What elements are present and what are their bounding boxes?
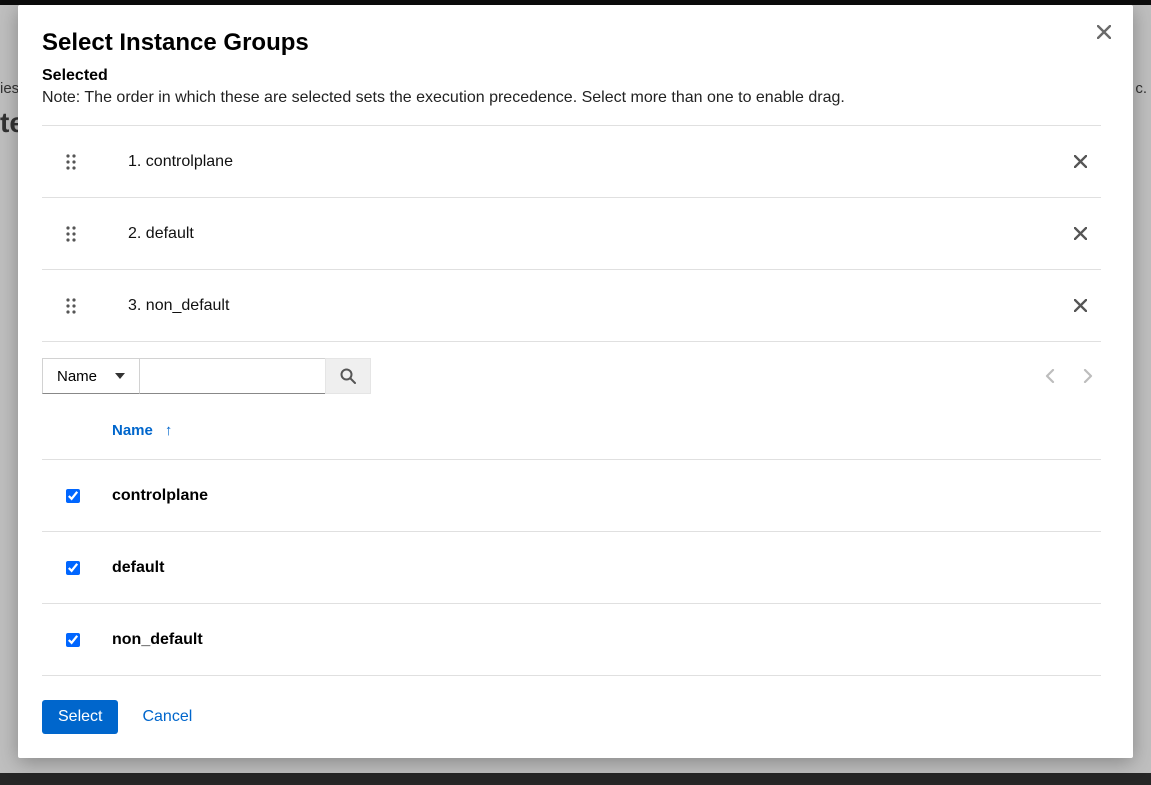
list-item: controlplane	[42, 460, 1101, 532]
modal-title: Select Instance Groups	[42, 29, 1101, 57]
option-checkbox[interactable]	[66, 633, 80, 647]
selected-row[interactable]: 2. default	[42, 198, 1101, 270]
selected-label: Selected	[42, 67, 1101, 85]
drag-handle-icon[interactable]	[66, 154, 76, 170]
selected-item-label: 2. default	[128, 225, 1064, 243]
remove-icon[interactable]	[1064, 291, 1097, 320]
selected-item-label: 1. controlplane	[128, 153, 1064, 171]
options-list: controlplane default non_default	[42, 459, 1101, 676]
selected-row[interactable]: 3. non_default	[42, 270, 1101, 342]
remove-icon[interactable]	[1064, 147, 1097, 176]
option-checkbox[interactable]	[66, 489, 80, 503]
remove-icon[interactable]	[1064, 219, 1097, 248]
prev-page-icon[interactable]	[1045, 369, 1055, 383]
sort-asc-icon: ↑	[165, 422, 173, 439]
search-button[interactable]	[325, 358, 371, 394]
search-icon	[340, 368, 356, 384]
column-header-name[interactable]: Name ↑	[112, 422, 172, 439]
selected-row[interactable]: 1. controlplane	[42, 126, 1101, 198]
next-page-icon[interactable]	[1083, 369, 1093, 383]
filter-field-dropdown[interactable]: Name	[42, 358, 140, 394]
filter-input[interactable]	[140, 358, 325, 394]
drag-handle-icon[interactable]	[66, 226, 76, 242]
table-header: Name ↑	[42, 402, 1101, 459]
pager	[1045, 369, 1101, 383]
modal-overlay: Select Instance Groups Selected Note: Th…	[0, 0, 1151, 785]
selected-list: 1. controlplane 2. default 3. non_defaul…	[42, 125, 1101, 342]
option-name: controlplane	[112, 487, 208, 505]
cancel-button[interactable]: Cancel	[142, 708, 192, 726]
select-button[interactable]: Select	[42, 700, 118, 734]
option-name: non_default	[112, 631, 203, 649]
select-instance-groups-modal: Select Instance Groups Selected Note: Th…	[18, 5, 1133, 758]
list-item: non_default	[42, 604, 1101, 676]
note-text: Note: The order in which these are selec…	[42, 89, 1101, 107]
list-item: default	[42, 532, 1101, 604]
chevron-down-icon	[115, 373, 125, 379]
modal-actions: Select Cancel	[42, 676, 1101, 734]
filter-bar: Name	[42, 358, 1101, 394]
filter-field-label: Name	[57, 368, 97, 385]
selected-item-label: 3. non_default	[128, 297, 1064, 315]
option-checkbox[interactable]	[66, 561, 80, 575]
drag-handle-icon[interactable]	[66, 298, 76, 314]
close-icon[interactable]	[1097, 25, 1111, 39]
option-name: default	[112, 559, 164, 577]
column-header-name-label: Name	[112, 422, 153, 439]
